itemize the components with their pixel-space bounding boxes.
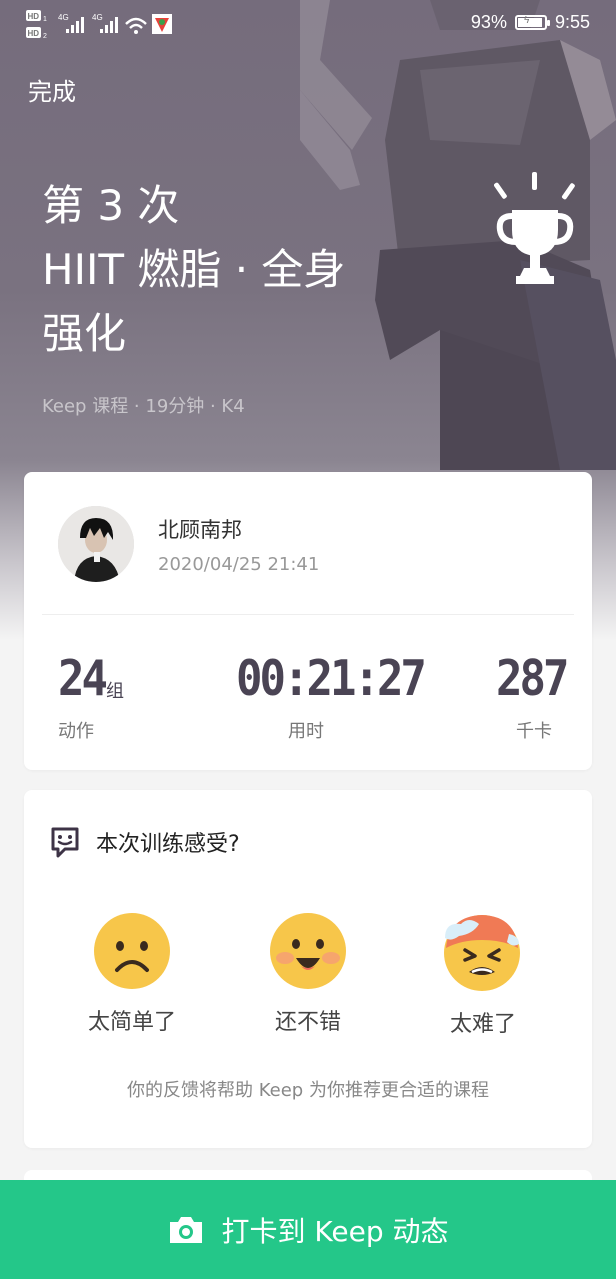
feedback-option-too-easy[interactable]: 太简单了 xyxy=(67,912,197,1036)
svg-text:HD: HD xyxy=(28,12,40,21)
feedback-face-icon xyxy=(51,827,79,858)
battery-percent: 93% xyxy=(470,12,507,32)
feedback-option-label: 太难了 xyxy=(449,1012,516,1037)
check-in-button[interactable]: 打卡到 Keep 动态 xyxy=(0,1180,616,1279)
camera-icon xyxy=(169,1216,202,1243)
exhausted-face-icon xyxy=(444,915,520,991)
stat-duration-value: 00:21:27 xyxy=(236,650,427,708)
feedback-note: 你的反馈将帮助 Keep 为你推荐更合适的课程 xyxy=(127,1080,489,1101)
stat-sets-value: 24 xyxy=(58,650,108,708)
check-in-label: 打卡到 Keep 动态 xyxy=(221,1214,449,1248)
stat-duration-label: 用时 xyxy=(288,721,324,742)
svg-text:HD: HD xyxy=(28,29,40,38)
happy-face-icon xyxy=(270,913,346,989)
course-title-line: 强化 xyxy=(42,309,127,358)
stat-sets-label: 动作 xyxy=(58,721,94,742)
feedback-header: 本次训练感受? xyxy=(50,826,240,858)
svg-text:4G: 4G xyxy=(92,13,103,22)
signal-status-icons: HD HD 1 2 4G 4G xyxy=(26,10,172,40)
battery-icon xyxy=(514,15,550,30)
divider xyxy=(42,614,574,615)
sad-face-icon xyxy=(94,913,170,989)
course-title: 第 3 次 HIIT 燃脂 · 全身 强化 xyxy=(42,174,402,366)
course-meta: Keep 课程 · 19分钟 · K4 xyxy=(42,396,245,417)
feedback-card: 本次训练感受? 太简单了 还不错 太难了 你的反馈将帮助 Keep 为你推荐更合… xyxy=(24,790,592,1148)
avatar[interactable] xyxy=(58,506,134,582)
trophy-icon xyxy=(494,172,575,284)
workout-summary-card: 北顾南邦 2020/04/25 21:41 24 组 动作 00:21:27 用… xyxy=(24,472,592,770)
workout-datetime: 2020/04/25 21:41 xyxy=(158,554,320,575)
svg-text:4G: 4G xyxy=(58,13,69,22)
stat-calories-label: 千卡 xyxy=(516,721,552,742)
svg-text:1: 1 xyxy=(43,16,47,23)
user-name[interactable]: 北顾南邦 xyxy=(158,514,242,544)
avatar-image xyxy=(58,506,134,582)
course-title-line: HIIT 燃脂 · 全身 xyxy=(42,245,346,294)
feedback-option-good[interactable]: 还不错 xyxy=(243,912,373,1036)
feedback-option-label: 还不错 xyxy=(274,1010,341,1035)
done-button[interactable]: 完成 xyxy=(28,72,76,107)
feedback-option-too-hard[interactable]: 太难了 xyxy=(418,912,548,1038)
stat-sets-unit: 组 xyxy=(106,681,124,702)
stat-calories-value: 287 xyxy=(496,650,570,708)
clock: 9:55 xyxy=(554,12,590,32)
status-bar: HD HD 1 2 4G 4G 93% 9:55 xyxy=(0,0,616,50)
feedback-option-label: 太简单了 xyxy=(87,1010,176,1035)
svg-text:2: 2 xyxy=(43,33,47,40)
feedback-question: 本次训练感受? xyxy=(96,832,240,857)
course-title-line: 第 3 次 xyxy=(42,181,180,230)
